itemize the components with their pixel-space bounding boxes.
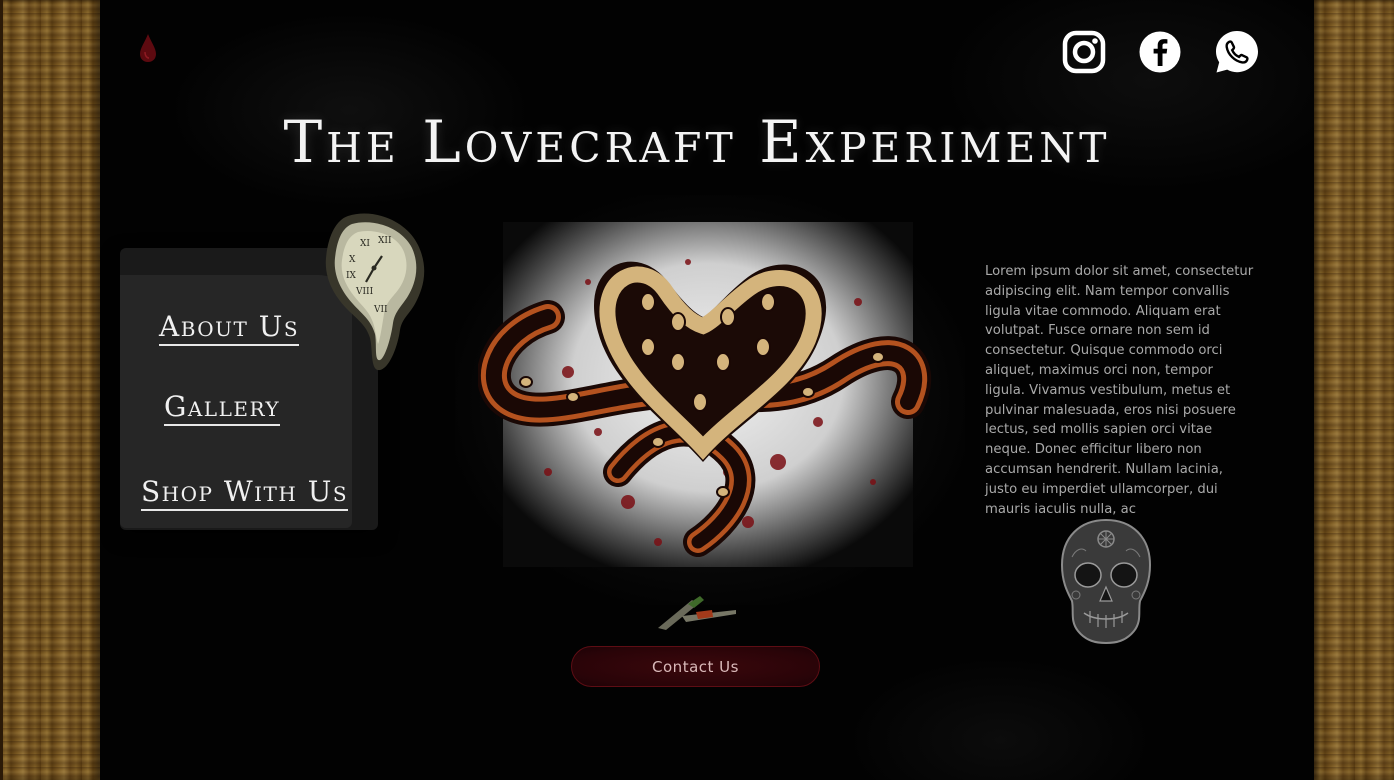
svg-text:XI: XI xyxy=(360,239,370,249)
sugar-skull-icon xyxy=(1060,518,1152,645)
nav-link-shop[interactable]: Shop With Us xyxy=(141,475,349,511)
whatsapp-icon[interactable] xyxy=(1214,29,1260,75)
octopus-hero-image xyxy=(478,222,932,567)
nav-link-about[interactable]: About Us xyxy=(159,310,300,346)
svg-text:IX: IX xyxy=(346,271,357,281)
instagram-icon[interactable] xyxy=(1062,30,1106,74)
page-title: The Lovecraft Experiment xyxy=(283,108,1111,176)
svg-text:VII: VII xyxy=(373,305,388,315)
wood-frame-right xyxy=(1314,0,1394,780)
intro-text: Lorem ipsum dolor sit amet, consectetur … xyxy=(985,264,1254,517)
melting-clock-icon: XI XII X IX VIII VII xyxy=(325,213,425,371)
page: The Lovecraft Experiment About Us Galler… xyxy=(0,0,1394,780)
facebook-icon[interactable] xyxy=(1138,30,1182,74)
nav-link-gallery[interactable]: Gallery xyxy=(164,390,281,426)
social-links xyxy=(1062,29,1260,75)
knives-icon xyxy=(658,596,736,630)
svg-text:VIII: VIII xyxy=(355,287,374,297)
contact-button[interactable]: Contact Us xyxy=(571,646,820,687)
blood-drop-icon xyxy=(140,34,156,62)
svg-text:XII: XII xyxy=(378,236,392,246)
svg-text:X: X xyxy=(349,255,356,265)
